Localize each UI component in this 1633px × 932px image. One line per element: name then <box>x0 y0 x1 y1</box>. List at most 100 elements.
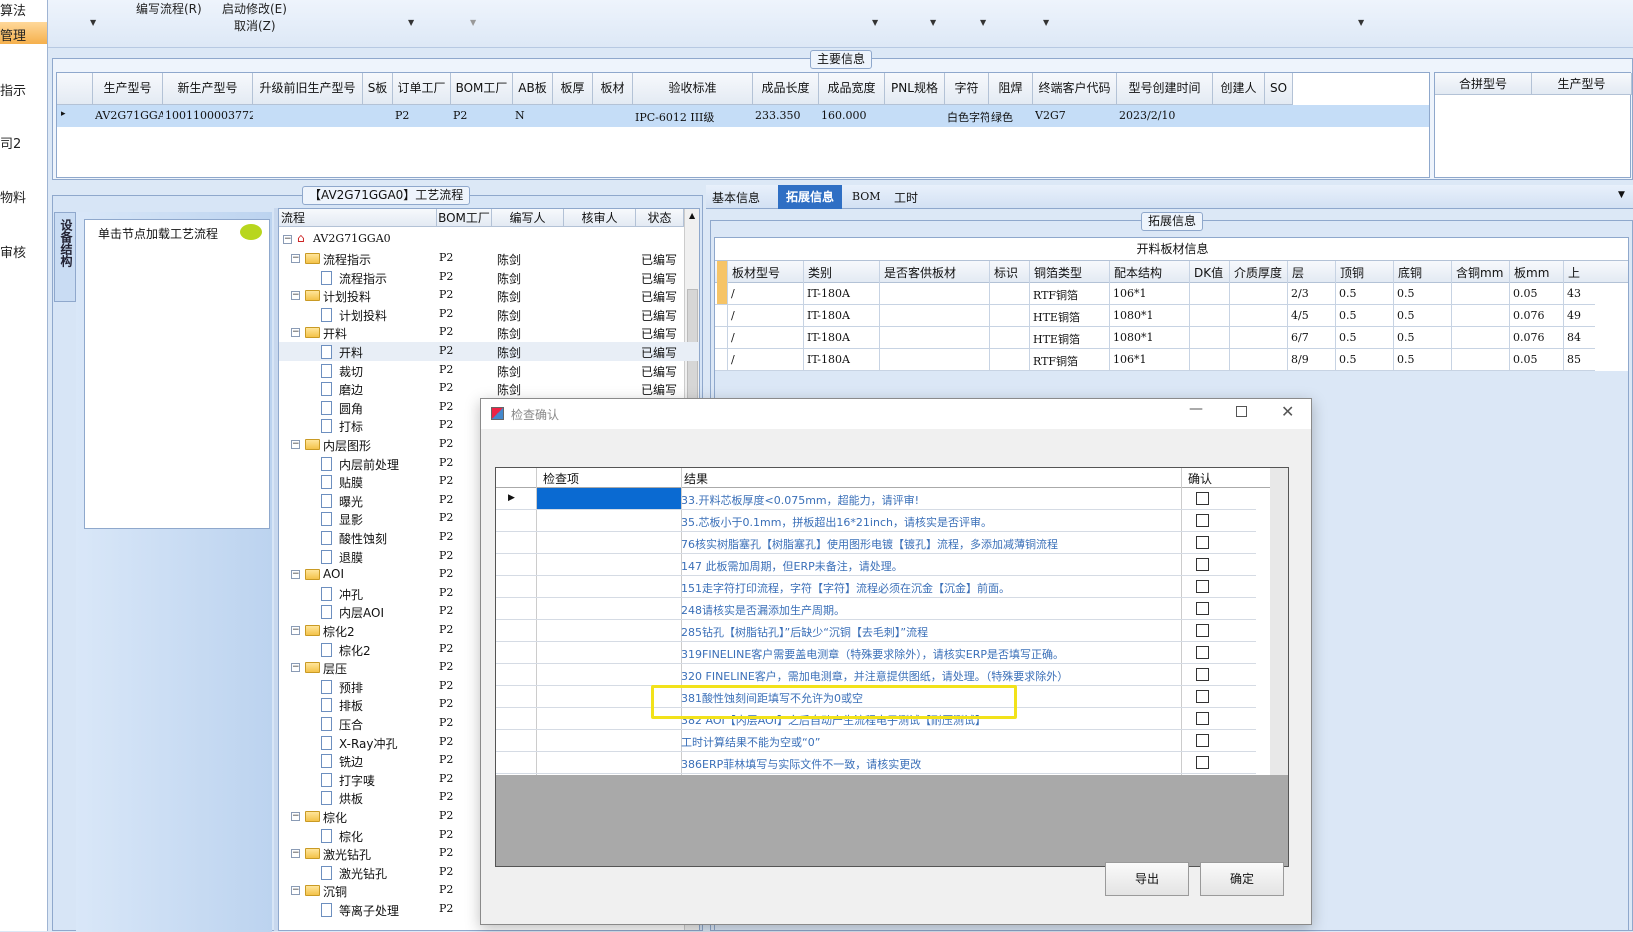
dropdown-arrow-icon[interactable]: ▼ <box>1043 18 1049 27</box>
close-icon[interactable]: ✕ <box>1281 402 1294 421</box>
main-info-cell[interactable]: 2023/2/10 <box>1119 109 1213 122</box>
collapse-icon[interactable]: − <box>291 812 300 821</box>
tabs-dropdown-icon[interactable]: ▼ <box>1618 190 1625 200</box>
main-info-grid[interactable]: 生产型号 新生产型号 升级前旧生产型号 S板 订单工厂 BOM工厂 AB板 板厚 板材 验收标准成… <box>56 72 1430 178</box>
maximize-icon[interactable] <box>1236 406 1247 417</box>
confirm-checkbox[interactable] <box>1196 712 1209 725</box>
material-row[interactable]: / IT-180A HTE铜箔 1080*1 6/7 0.5 0.5 0.076 84 <box>715 327 1595 349</box>
ok-button[interactable]: 确定 <box>1200 862 1284 896</box>
main-col-header[interactable]: 验收标准 <box>633 73 753 105</box>
main-col-header[interactable]: 成品长度 <box>753 73 819 105</box>
collapse-icon[interactable]: − <box>283 235 292 244</box>
production-model-header[interactable]: 生产型号 <box>1532 73 1632 95</box>
nav-item-audit[interactable]: 审核 <box>0 242 26 261</box>
col-check-item[interactable]: 检查项 <box>536 468 681 488</box>
main-info-cell[interactable]: P2 <box>453 109 513 122</box>
main-col-header[interactable]: SO <box>1265 73 1293 105</box>
main-info-cell[interactable]: V2G7 <box>1035 109 1117 122</box>
main-info-cell[interactable]: IPC-6012 III级 <box>635 109 753 125</box>
check-row[interactable]: 35.芯板小于0.1mm，拼板超出16*21inch，请核实是否评审。 <box>496 510 1256 532</box>
main-info-cell[interactable]: 白色字符 <box>947 109 989 125</box>
material-row[interactable]: / IT-180A HTE铜箔 1080*1 4/5 0.5 0.5 0.076 49 <box>715 305 1595 327</box>
tree-row[interactable]: − 计划投料 P2 陈剑 已编写 <box>279 286 699 305</box>
collapse-icon[interactable]: − <box>291 440 300 449</box>
main-col-header[interactable]: 成品宽度 <box>819 73 885 105</box>
tree-row[interactable]: − 流程指示 P2 陈剑 已编写 <box>279 249 699 268</box>
main-col-header[interactable]: 板厚 <box>553 73 593 105</box>
main-col-header[interactable]: 创建人 <box>1213 73 1265 105</box>
ext-col-header[interactable]: DK值 <box>1189 261 1229 283</box>
nav-item-management[interactable]: 管理 <box>0 25 26 44</box>
main-col-header[interactable]: 字符 <box>945 73 989 105</box>
material-row[interactable]: / IT-180A RTF铜箔 106*1 2/3 0.5 0.5 0.05 43 <box>715 283 1595 305</box>
dropdown-arrow-icon[interactable]: ▼ <box>1358 18 1364 27</box>
collapse-icon[interactable]: − <box>291 626 300 635</box>
main-col-header[interactable]: 订单工厂 <box>393 73 451 105</box>
ext-col-header[interactable]: 板mm <box>1509 261 1563 283</box>
merge-model-header[interactable]: 合拼型号 <box>1435 73 1532 95</box>
tree-row[interactable]: − 开料 P2 陈剑 已编写 <box>279 323 699 342</box>
col-bom-factory[interactable]: BOM工厂 <box>437 209 492 227</box>
collapse-icon[interactable]: − <box>291 328 300 338</box>
dropdown-arrow-icon[interactable]: ▼ <box>470 18 476 27</box>
main-col-header[interactable]: 阻焊 <box>989 73 1033 105</box>
dropdown-arrow-icon[interactable]: ▼ <box>980 18 986 27</box>
tab-extended-info[interactable]: 拓展信息 <box>778 185 842 209</box>
main-col-header[interactable]: 升级前旧生产型号 <box>253 73 363 105</box>
main-col-header[interactable]: BOM工厂 <box>451 73 513 105</box>
check-row[interactable]: 76核实树脂塞孔【树脂塞孔】使用图形电镀【镀孔】流程，多添加减薄铜流程 <box>496 532 1256 554</box>
check-row[interactable]: 工时计算结果不能为空或“0” <box>496 730 1256 752</box>
ext-col-header[interactable]: 顶铜 <box>1335 261 1393 283</box>
col-reviewer[interactable]: 核审人 <box>564 209 636 227</box>
nav-item-material[interactable]: 物料 <box>0 187 26 206</box>
dropdown-arrow-icon[interactable]: ▼ <box>408 18 414 27</box>
collapse-icon[interactable]: − <box>291 570 300 580</box>
check-grid-scrollbar[interactable] <box>1270 468 1288 775</box>
collapse-icon[interactable]: − <box>291 849 300 859</box>
check-row[interactable]: 319FINELINE客户需要盖电测章（特殊要求除外），请核实ERP是否填写正确… <box>496 642 1256 664</box>
check-row[interactable]: 33.开料芯板厚度<0.075mm，超能力，请评审! <box>496 488 1256 510</box>
col-result[interactable]: 结果 <box>681 468 1181 488</box>
tree-root[interactable]: − ⌂ AV2G71GGA0 <box>279 230 699 249</box>
confirm-checkbox[interactable] <box>1196 514 1209 527</box>
confirm-checkbox[interactable] <box>1196 646 1209 659</box>
collapse-icon[interactable]: − <box>291 886 300 896</box>
main-info-cell[interactable]: 10011000037720 <box>165 109 253 122</box>
main-col-header[interactable]: AB板 <box>513 73 553 105</box>
check-row[interactable]: 248请核实是否漏添加生产周期。 <box>496 598 1256 620</box>
ext-col-header[interactable]: 类别 <box>803 261 879 283</box>
ext-col-header[interactable]: 含铜mm <box>1451 261 1509 283</box>
confirm-checkbox[interactable] <box>1196 668 1209 681</box>
col-status[interactable]: 状态 <box>636 209 684 227</box>
ext-col-header[interactable]: 配本结构 <box>1109 261 1189 283</box>
cancel-menu[interactable]: 取消(Z) <box>234 17 276 34</box>
confirm-checkbox[interactable] <box>1196 756 1209 769</box>
collapse-icon[interactable]: − <box>291 291 300 301</box>
material-row[interactable]: / IT-180A RTF铜箔 106*1 8/9 0.5 0.5 0.05 85 <box>715 349 1595 371</box>
tree-row[interactable]: 开料 P2 陈剑 已编写 <box>279 342 699 361</box>
main-col-header[interactable]: 终端客户代码 <box>1033 73 1117 105</box>
merge-model-grid[interactable]: 合拼型号 生产型号 <box>1434 72 1632 178</box>
confirm-checkbox[interactable] <box>1196 602 1209 615</box>
main-info-cell[interactable]: N <box>515 109 553 122</box>
confirm-checkbox[interactable] <box>1196 580 1209 593</box>
col-writer[interactable]: 编写人 <box>492 209 564 227</box>
ext-col-header[interactable]: 介质厚度 <box>1229 261 1287 283</box>
dropdown-arrow-icon[interactable]: ▼ <box>90 18 96 27</box>
tab-work-hours[interactable]: 工时 <box>894 189 918 206</box>
col-flow[interactable]: 流程 <box>279 209 437 227</box>
confirm-checkbox[interactable] <box>1196 492 1209 505</box>
check-row[interactable]: 285钻孔【树脂钻孔】”后缺少“沉铜【去毛刺】”流程 <box>496 620 1256 642</box>
export-button[interactable]: 导出 <box>1105 862 1189 896</box>
confirm-checkbox[interactable] <box>1196 690 1209 703</box>
nav-item-2[interactable]: 司2 <box>0 133 21 152</box>
main-col-header[interactable]: 新生产型号 <box>163 73 253 105</box>
tab-basic-info[interactable]: 基本信息 <box>712 189 760 206</box>
ext-col-header[interactable]: 上 <box>1563 261 1609 283</box>
ext-col-header[interactable]: 层 <box>1287 261 1335 283</box>
main-info-cell[interactable]: 绿色 <box>991 109 1033 125</box>
main-col-header[interactable]: S板 <box>363 73 393 105</box>
collapse-icon[interactable]: − <box>291 663 300 673</box>
check-row[interactable]: 151走字符打印流程，字符【字符】流程必须在沉金【沉金】前面。 <box>496 576 1256 598</box>
confirm-checkbox[interactable] <box>1196 536 1209 549</box>
